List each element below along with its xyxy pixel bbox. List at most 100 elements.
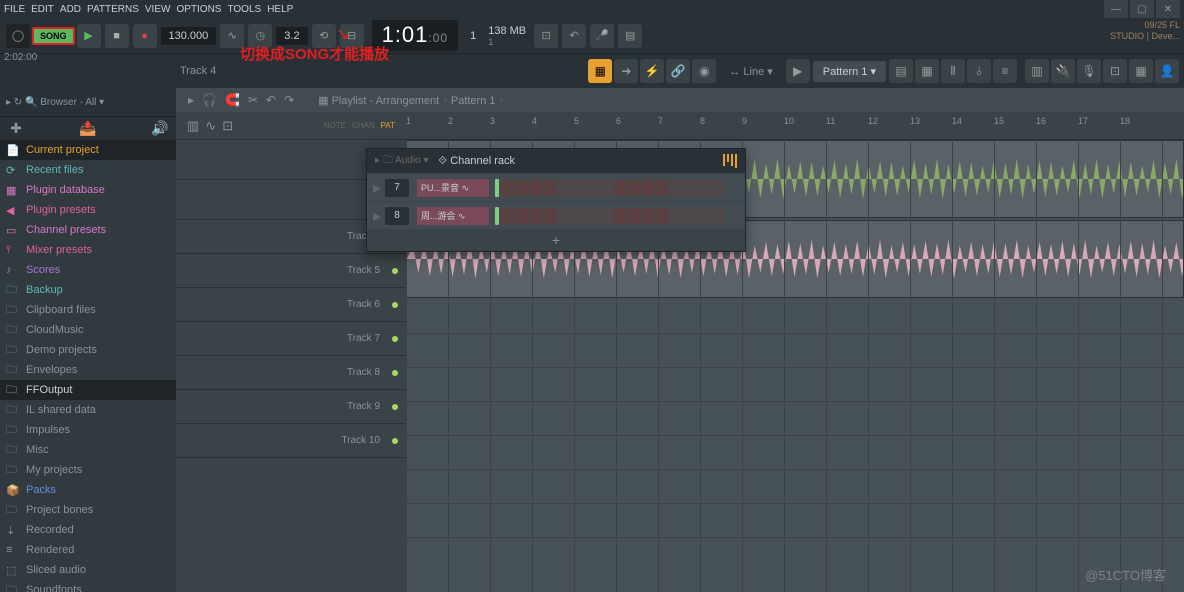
btn-channel[interactable]: ⫴ (941, 59, 965, 83)
time-sig-display[interactable]: 3.2 (276, 27, 307, 45)
mute-dot-icon[interactable] (392, 404, 398, 410)
btn-browser[interactable]: ≡ (993, 59, 1017, 83)
step-button[interactable] (669, 180, 682, 196)
minimize-button[interactable]: — (1104, 0, 1128, 18)
channel-led-icon[interactable] (495, 179, 499, 197)
menu-patterns[interactable]: PATTERNS (87, 4, 139, 15)
send-icon[interactable]: 📤 (78, 120, 98, 137)
step-button[interactable] (557, 180, 570, 196)
step-button[interactable] (557, 208, 570, 224)
btn-playlist[interactable]: ▤ (889, 59, 913, 83)
track-header[interactable]: Track 5 (176, 254, 406, 288)
btn-plugin4[interactable]: ⊡ (1103, 59, 1127, 83)
browser-item-9[interactable]: 🗀CloudMusic (0, 320, 176, 340)
btn-plugin3[interactable]: 🎙 (1077, 59, 1101, 83)
step-button[interactable] (711, 180, 724, 196)
channel-row[interactable]: ▸7PU...景音 ∿ (367, 173, 745, 201)
browser-item-10[interactable]: 🗀Demo projects (0, 340, 176, 360)
step-button[interactable] (585, 208, 598, 224)
loop-icon[interactable]: ⟲ (312, 24, 336, 48)
step-button[interactable] (697, 180, 710, 196)
browser-item-17[interactable]: 📦Packs (0, 480, 176, 500)
maximize-button[interactable]: ▢ (1130, 0, 1154, 18)
time-display[interactable]: 1:01:00 (372, 20, 459, 51)
track-header[interactable]: Track 9 (176, 390, 406, 424)
browser-item-13[interactable]: 🗀IL shared data (0, 400, 176, 420)
track-header[interactable]: Track 6 (176, 288, 406, 322)
track-header[interactable]: Track 8 (176, 356, 406, 390)
step-button[interactable] (683, 208, 696, 224)
step-button[interactable] (641, 180, 654, 196)
mute-dot-icon[interactable] (392, 268, 398, 274)
step-button[interactable] (515, 208, 528, 224)
record-button[interactable]: ● (133, 24, 157, 48)
step-button[interactable] (669, 208, 682, 224)
browser-item-4[interactable]: ▭Channel presets (0, 220, 176, 240)
clock-icon[interactable]: ◷ (248, 24, 272, 48)
channel-number[interactable]: 7 (385, 179, 409, 197)
step-button[interactable] (613, 208, 626, 224)
wave-mode-icon[interactable]: ∿ (205, 118, 216, 134)
channel-led-icon[interactable] (495, 207, 499, 225)
browser-item-8[interactable]: 🗀Clipboard files (0, 300, 176, 320)
pl-magnet-icon[interactable]: 🧲 (225, 93, 240, 107)
track-lane[interactable] (406, 402, 1184, 436)
menu-tools[interactable]: TOOLS (227, 4, 261, 15)
step-button[interactable] (529, 180, 542, 196)
play-pattern-icon[interactable]: ▶ (786, 59, 810, 83)
step-button[interactable] (627, 180, 640, 196)
browser-item-2[interactable]: ▦Plugin database (0, 180, 176, 200)
song-mode-button[interactable]: SONG (32, 27, 75, 45)
step-button[interactable] (711, 208, 724, 224)
step-button[interactable] (529, 208, 542, 224)
db-icon[interactable]: ⊡ (534, 24, 558, 48)
play-button[interactable]: ▶ (77, 24, 101, 48)
track-lane[interactable] (406, 470, 1184, 504)
btn-user[interactable]: 👤 (1155, 59, 1179, 83)
browser-item-1[interactable]: ⟳Recent files (0, 160, 176, 180)
metronome-icon[interactable]: ◯ (6, 24, 30, 48)
track-lane[interactable] (406, 504, 1184, 538)
plus-icon[interactable]: ✚ (6, 120, 26, 137)
channel-name[interactable]: PU...景音 ∿ (417, 179, 489, 197)
tool-arrow[interactable]: ➜ (614, 59, 638, 83)
tab-pat[interactable]: PAT (381, 121, 395, 130)
search-icon[interactable]: 🔍 (25, 97, 37, 108)
tool-link[interactable]: 🔗 (666, 59, 690, 83)
collapse-icon[interactable]: ▸ (6, 97, 11, 108)
pattern-selector[interactable]: Pattern 1 ▾ (813, 61, 886, 82)
step-button[interactable] (501, 180, 514, 196)
pl-headphone-icon[interactable]: 🎧 (202, 93, 217, 107)
tool-draw[interactable]: ▦ (588, 59, 612, 83)
btn-mixer[interactable]: ⫰ (967, 59, 991, 83)
browser-header[interactable]: ▸ ↻ 🔍 Browser - All ▾ (0, 88, 176, 116)
step-button[interactable] (655, 180, 668, 196)
browser-item-19[interactable]: ⇣Recorded (0, 520, 176, 540)
tempo-display[interactable]: 130.000 (161, 27, 217, 45)
browser-item-21[interactable]: ⬚Sliced audio (0, 560, 176, 580)
snap-selector[interactable]: ↔ Line ▾ (719, 61, 782, 82)
browser-item-3[interactable]: ◀Plugin presets (0, 200, 176, 220)
tab-chan[interactable]: CHAN (352, 121, 375, 130)
track-lane[interactable] (406, 436, 1184, 470)
step-button[interactable] (543, 208, 556, 224)
browser-item-18[interactable]: 🗀Project bones (0, 500, 176, 520)
close-button[interactable]: ✕ (1156, 0, 1180, 18)
menu-view[interactable]: VIEW (145, 4, 171, 15)
channel-row[interactable]: ▸8周...游会 ∿ (367, 201, 745, 229)
step-button[interactable] (627, 208, 640, 224)
browser-item-0[interactable]: 📄Current project (0, 140, 176, 160)
menu-file[interactable]: FILE (4, 4, 25, 15)
track-lane[interactable] (406, 334, 1184, 368)
step-button[interactable] (571, 208, 584, 224)
mute-dot-icon[interactable] (392, 336, 398, 342)
browser-item-16[interactable]: 🗀My projects (0, 460, 176, 480)
btn-plugin2[interactable]: 🔌 (1051, 59, 1075, 83)
browser-item-14[interactable]: 🗀Impulses (0, 420, 176, 440)
browser-item-11[interactable]: 🗀Envelopes (0, 360, 176, 380)
menu-help[interactable]: HELP (267, 4, 293, 15)
pl-redo-icon[interactable]: ↷ (284, 93, 294, 107)
track-header[interactable]: Track 10 (176, 424, 406, 458)
browser-item-20[interactable]: ≡Rendered (0, 540, 176, 560)
stop-button[interactable]: ■ (105, 24, 129, 48)
